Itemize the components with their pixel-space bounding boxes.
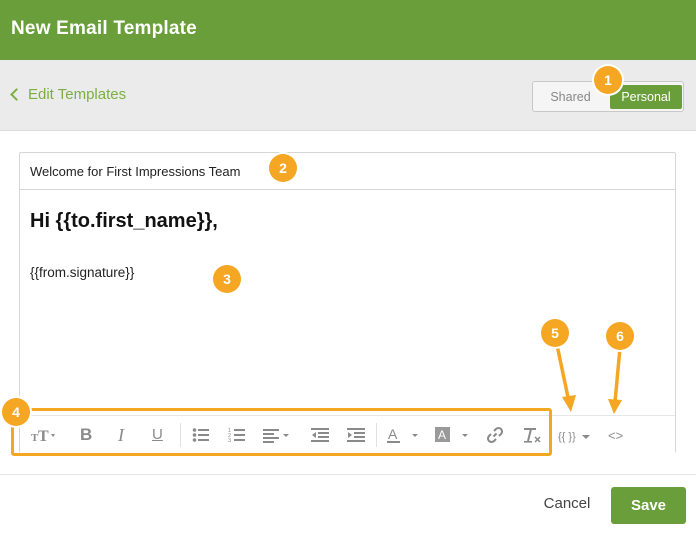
align-left-icon: [263, 429, 289, 443]
body-greeting: Hi {{to.first_name}},: [30, 210, 218, 232]
svg-text:A: A: [438, 428, 446, 442]
save-button[interactable]: Save: [611, 487, 686, 524]
cancel-button[interactable]: Cancel: [536, 495, 598, 515]
underline-button[interactable]: U: [152, 426, 163, 444]
annotation-badge-6: 6: [606, 322, 634, 350]
toolbar-separator: [180, 423, 181, 447]
bold-icon: B: [80, 425, 93, 444]
subject-input[interactable]: Welcome for First Impressions Team: [20, 153, 675, 190]
code-view-button[interactable]: <>: [608, 427, 623, 445]
annotation-badge-4: 4: [2, 398, 30, 426]
font-size-button[interactable]: T T: [30, 426, 60, 444]
code-icon: <>: [608, 428, 624, 443]
chevron-left-icon: [10, 88, 23, 101]
window-titlebar: New Email Template: [0, 0, 696, 60]
back-link-label: Edit Templates: [28, 86, 127, 103]
clear-formatting-button[interactable]: [522, 426, 542, 444]
indent-button[interactable]: [347, 426, 365, 444]
shared-toggle-option[interactable]: Shared: [538, 86, 603, 109]
underline-icon: U: [152, 426, 163, 443]
numbered-list-icon: 1 2 3: [228, 428, 245, 444]
svg-text:A: A: [388, 426, 398, 442]
annotation-badge-1: 1: [594, 66, 622, 94]
align-dropdown[interactable]: [263, 426, 293, 444]
annotation-badge-2: 2: [269, 154, 297, 182]
back-to-edit-templates-link[interactable]: Edit Templates: [10, 86, 126, 103]
outdent-button[interactable]: [311, 426, 329, 444]
italic-icon: I: [118, 425, 124, 445]
numbered-list-button[interactable]: 1 2 3: [228, 426, 246, 444]
bulleted-list-button[interactable]: [192, 426, 210, 444]
indent-icon: [347, 428, 365, 442]
svg-text:3: 3: [228, 438, 231, 444]
personal-toggle-option[interactable]: Personal: [610, 85, 682, 109]
highlight-color-icon: A: [435, 427, 468, 442]
svg-text:T: T: [38, 428, 49, 444]
body-signature: {{from.signature}}: [30, 265, 135, 280]
variables-icon: {{ }}: [558, 431, 576, 443]
insert-variable-dropdown[interactable]: {{ }}: [558, 428, 590, 446]
text-size-icon: T T: [31, 428, 55, 444]
link-icon: [486, 426, 504, 444]
template-editor: Welcome for First Impressions Team Hi {{…: [19, 152, 676, 453]
formatting-toolbar: T T B I U 1 2 3 A A {{}} <>: [20, 415, 675, 453]
italic-button[interactable]: I: [118, 426, 124, 444]
annotation-badge-3: 3: [213, 265, 241, 293]
sub-header: Edit Templates Shared Personal: [0, 60, 696, 131]
bold-button[interactable]: B: [80, 426, 92, 444]
bulleted-list-icon: [192, 428, 209, 442]
insert-link-button[interactable]: [486, 426, 504, 444]
annotation-badge-5: 5: [541, 319, 569, 347]
outdent-icon: [311, 428, 329, 442]
dialog-footer: Cancel Save: [0, 474, 696, 533]
toolbar-separator: [376, 423, 377, 447]
clear-formatting-icon: [524, 428, 541, 443]
email-body-editor[interactable]: Hi {{to.first_name}}, {{from.signature}}: [30, 210, 660, 280]
window-title: New Email Template: [11, 18, 197, 39]
text-color-icon: A: [387, 426, 418, 443]
text-color-dropdown[interactable]: A: [386, 426, 424, 444]
caret-down-icon: [581, 435, 590, 440]
highlight-color-dropdown[interactable]: A: [434, 426, 472, 444]
